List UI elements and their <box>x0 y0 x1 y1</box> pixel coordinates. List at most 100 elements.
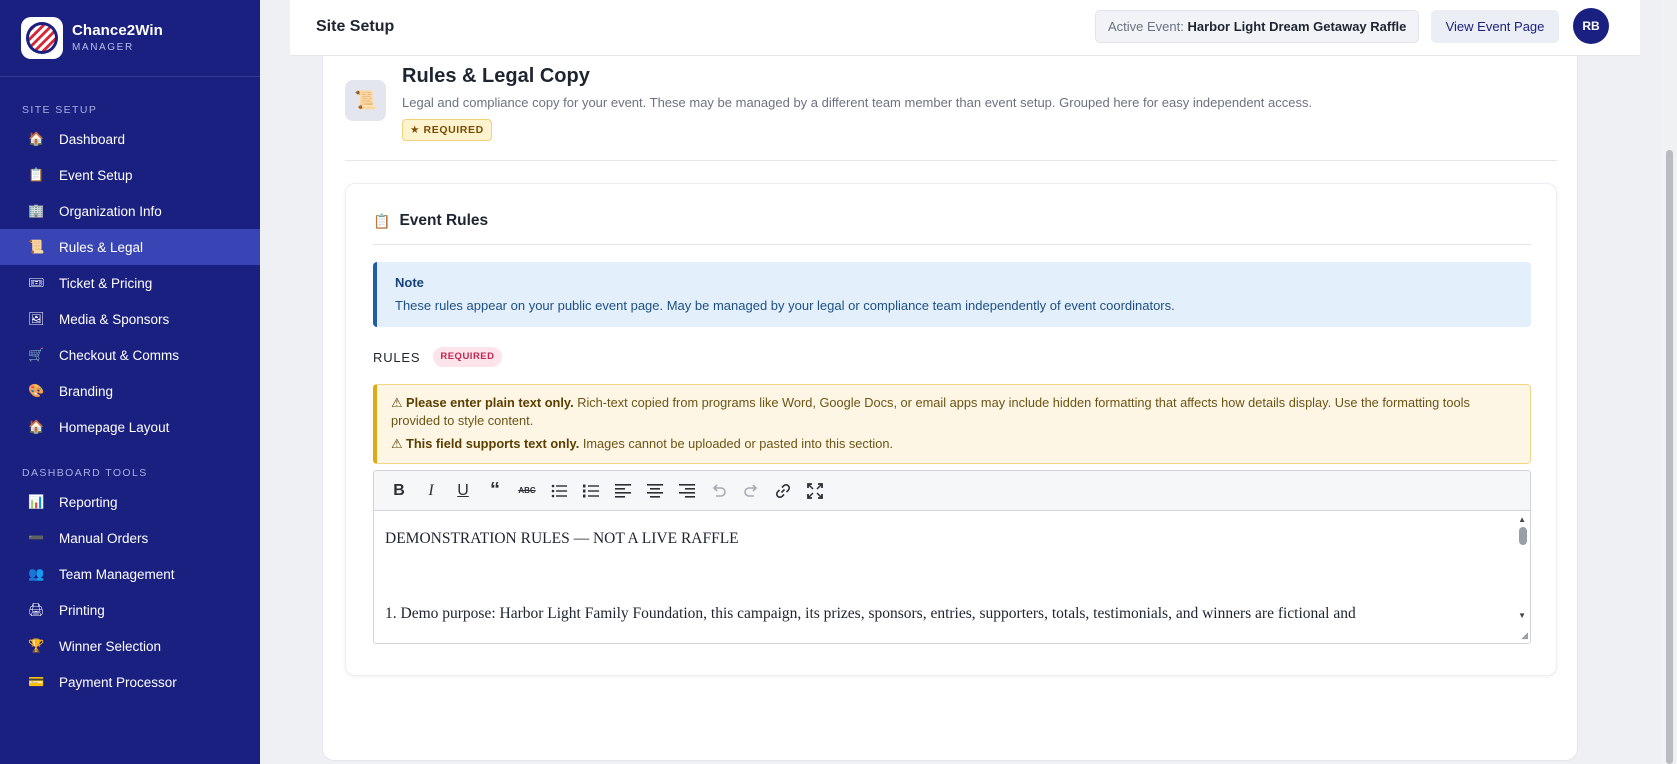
sidebar-item-label: Dashboard <box>59 131 126 147</box>
editor-content-area[interactable]: DEMONSTRATION RULES — NOT A LIVE RAFFLE … <box>374 511 1530 643</box>
editor-toolbar: B I U “ ABC <box>374 471 1530 511</box>
brand-subtitle: MANAGER <box>72 41 134 53</box>
sidebar-item-label: Media & Sponsors <box>59 311 170 327</box>
active-event-name: Harbor Light Dream Getaway Raffle <box>1187 19 1407 34</box>
redo-icon[interactable] <box>735 477 767 505</box>
cart-icon: 🛒 <box>28 347 45 362</box>
bold-icon[interactable]: B <box>383 477 415 505</box>
brand[interactable]: Chance2Win MANAGER <box>0 0 260 77</box>
site-setup-section-label: SITE SETUP <box>22 104 98 116</box>
credit-card-icon: 💳 <box>28 674 45 689</box>
brand-logo-icon <box>21 17 63 59</box>
sidebar-item-payment-processor[interactable]: 💳 Payment Processor <box>0 664 260 700</box>
editor-scrollbar-thumb[interactable] <box>1519 527 1527 545</box>
sidebar-item-label: Payment Processor <box>59 674 177 690</box>
sidebar-item-label: Branding <box>59 383 114 399</box>
ticket-icon: 🎟 <box>28 275 45 290</box>
home-icon: 🏠 <box>28 131 45 146</box>
align-right-icon[interactable] <box>671 477 703 505</box>
sidebar-item-homepage-layout[interactable]: 🏠 Homepage Layout <box>0 409 260 445</box>
rules-rich-text-editor[interactable]: B I U “ ABC DEMONSTRATION RULES — NOT A … <box>373 470 1531 644</box>
trophy-icon: 🏆 <box>28 638 45 653</box>
sidebar-item-label: Ticket & Pricing <box>59 275 153 291</box>
sidebar-item-branding[interactable]: 🎨 Branding <box>0 373 260 409</box>
underline-icon[interactable]: U <box>447 477 479 505</box>
topbar-title: Site Setup <box>316 18 395 35</box>
warning-2-text: Images cannot be uploaded or pasted into… <box>579 436 894 451</box>
page-description: Legal and compliance copy for your event… <box>402 95 1313 110</box>
editor-line-rule-1: 1. Demo purpose: Harbor Light Family Fou… <box>385 605 1356 622</box>
avatar[interactable]: RB <box>1573 8 1609 44</box>
scroll-up-icon[interactable]: ▲ <box>1518 515 1526 524</box>
sidebar-item-winner-selection[interactable]: 🏆 Winner Selection <box>0 628 260 664</box>
sidebar-item-event-setup[interactable]: 📋 Event Setup <box>0 157 260 193</box>
sidebar-item-manual-orders[interactable]: ➖ Manual Orders <box>0 520 260 556</box>
link-icon[interactable] <box>767 477 799 505</box>
sidebar-item-reporting[interactable]: 📊 Reporting <box>0 484 260 520</box>
align-center-icon[interactable] <box>639 477 671 505</box>
clipboard-icon: 📋 <box>373 212 391 229</box>
printer-icon: 🖨 <box>28 602 45 617</box>
sidebar-item-label: Team Management <box>59 566 175 582</box>
sidebar-item-label: Event Setup <box>59 167 133 183</box>
sidebar-item-rules-legal[interactable]: 📜 Rules & Legal <box>0 229 260 265</box>
strikethrough-icon[interactable]: ABC <box>511 477 543 505</box>
rules-required-badge: REQUIRED <box>433 347 502 367</box>
blockquote-icon[interactable]: “ <box>479 477 511 505</box>
plain-text-warning: ⚠ Please enter plain text only. Rich-tex… <box>373 384 1531 464</box>
divider <box>345 160 1557 161</box>
section-heading: 📋 Event Rules <box>373 212 488 230</box>
align-left-icon[interactable] <box>607 477 639 505</box>
top-bar: Site Setup Active Event: Harbor Light Dr… <box>290 0 1640 56</box>
sidebar-item-dashboard[interactable]: 🏠 Dashboard <box>0 121 260 157</box>
building-icon: 🏢 <box>28 203 45 218</box>
sidebar-item-checkout-comms[interactable]: 🛒 Checkout & Comms <box>0 337 260 373</box>
required-badge: ★ REQUIRED <box>402 119 492 141</box>
sidebar-item-organization-info[interactable]: 🏢 Organization Info <box>0 193 260 229</box>
home-icon: 🏠 <box>28 419 45 434</box>
minus-icon: ➖ <box>28 530 45 545</box>
active-event-indicator: Active Event: Harbor Light Dream Getaway… <box>1095 10 1420 43</box>
section-title: Event Rules <box>399 212 489 229</box>
scroll-down-icon[interactable]: ▼ <box>1518 611 1526 620</box>
bullet-list-icon[interactable] <box>543 477 575 505</box>
italic-icon[interactable]: I <box>415 477 447 505</box>
clipboard-icon: 📋 <box>28 167 45 182</box>
warning-2-title: ⚠ This field supports text only. <box>391 436 580 451</box>
rules-field-label: RULES <box>373 349 421 365</box>
sidebar-item-label: Homepage Layout <box>59 419 170 435</box>
view-event-page-button[interactable]: View Event Page <box>1431 10 1559 43</box>
page-scrollbar-thumb[interactable] <box>1666 150 1673 764</box>
editor-scrollbar[interactable]: ▲ ▼ <box>1516 511 1530 643</box>
active-event-label: Active Event: <box>1108 19 1184 34</box>
warning-line-2: ⚠ This field supports text only. Images … <box>391 435 1516 453</box>
sidebar-item-label: Reporting <box>59 494 118 510</box>
palette-icon: 🎨 <box>28 383 45 398</box>
note-title: Note <box>395 275 424 290</box>
chart-icon: 📊 <box>28 494 45 509</box>
sidebar: Chance2Win MANAGER SITE SETUP 🏠 Dashboard… <box>0 0 260 764</box>
resize-handle-icon[interactable]: ◢ <box>1521 630 1528 641</box>
event-rules-card: 📋 Event Rules Note These rules appear on… <box>345 183 1557 676</box>
editor-line-heading: DEMONSTRATION RULES — NOT A LIVE RAFFLE <box>385 530 739 547</box>
image-icon: 🖼 <box>28 311 45 326</box>
rules-label-row: RULES REQUIRED <box>373 347 502 367</box>
undo-icon[interactable] <box>703 477 735 505</box>
sidebar-item-label: Organization Info <box>59 203 162 219</box>
sidebar-item-printing[interactable]: 🖨 Printing <box>0 592 260 628</box>
scroll-icon: 📜 <box>345 80 386 121</box>
sidebar-item-label: Checkout & Comms <box>59 347 180 363</box>
numbered-list-icon[interactable] <box>575 477 607 505</box>
team-icon: 👥 <box>28 566 45 581</box>
sidebar-item-label: Manual Orders <box>59 530 149 546</box>
fullscreen-icon[interactable] <box>799 477 831 505</box>
info-note: Note These rules appear on your public e… <box>373 262 1531 327</box>
divider <box>373 244 1531 245</box>
sidebar-item-label: Winner Selection <box>59 638 162 654</box>
page-title: Rules & Legal Copy <box>402 65 590 87</box>
page-scrollbar[interactable] <box>1662 0 1677 764</box>
sidebar-item-team-management[interactable]: 👥 Team Management <box>0 556 260 592</box>
sidebar-item-ticket-pricing[interactable]: 🎟 Ticket & Pricing <box>0 265 260 301</box>
sidebar-item-label: Rules & Legal <box>59 239 144 255</box>
sidebar-item-media-sponsors[interactable]: 🖼 Media & Sponsors <box>0 301 260 337</box>
